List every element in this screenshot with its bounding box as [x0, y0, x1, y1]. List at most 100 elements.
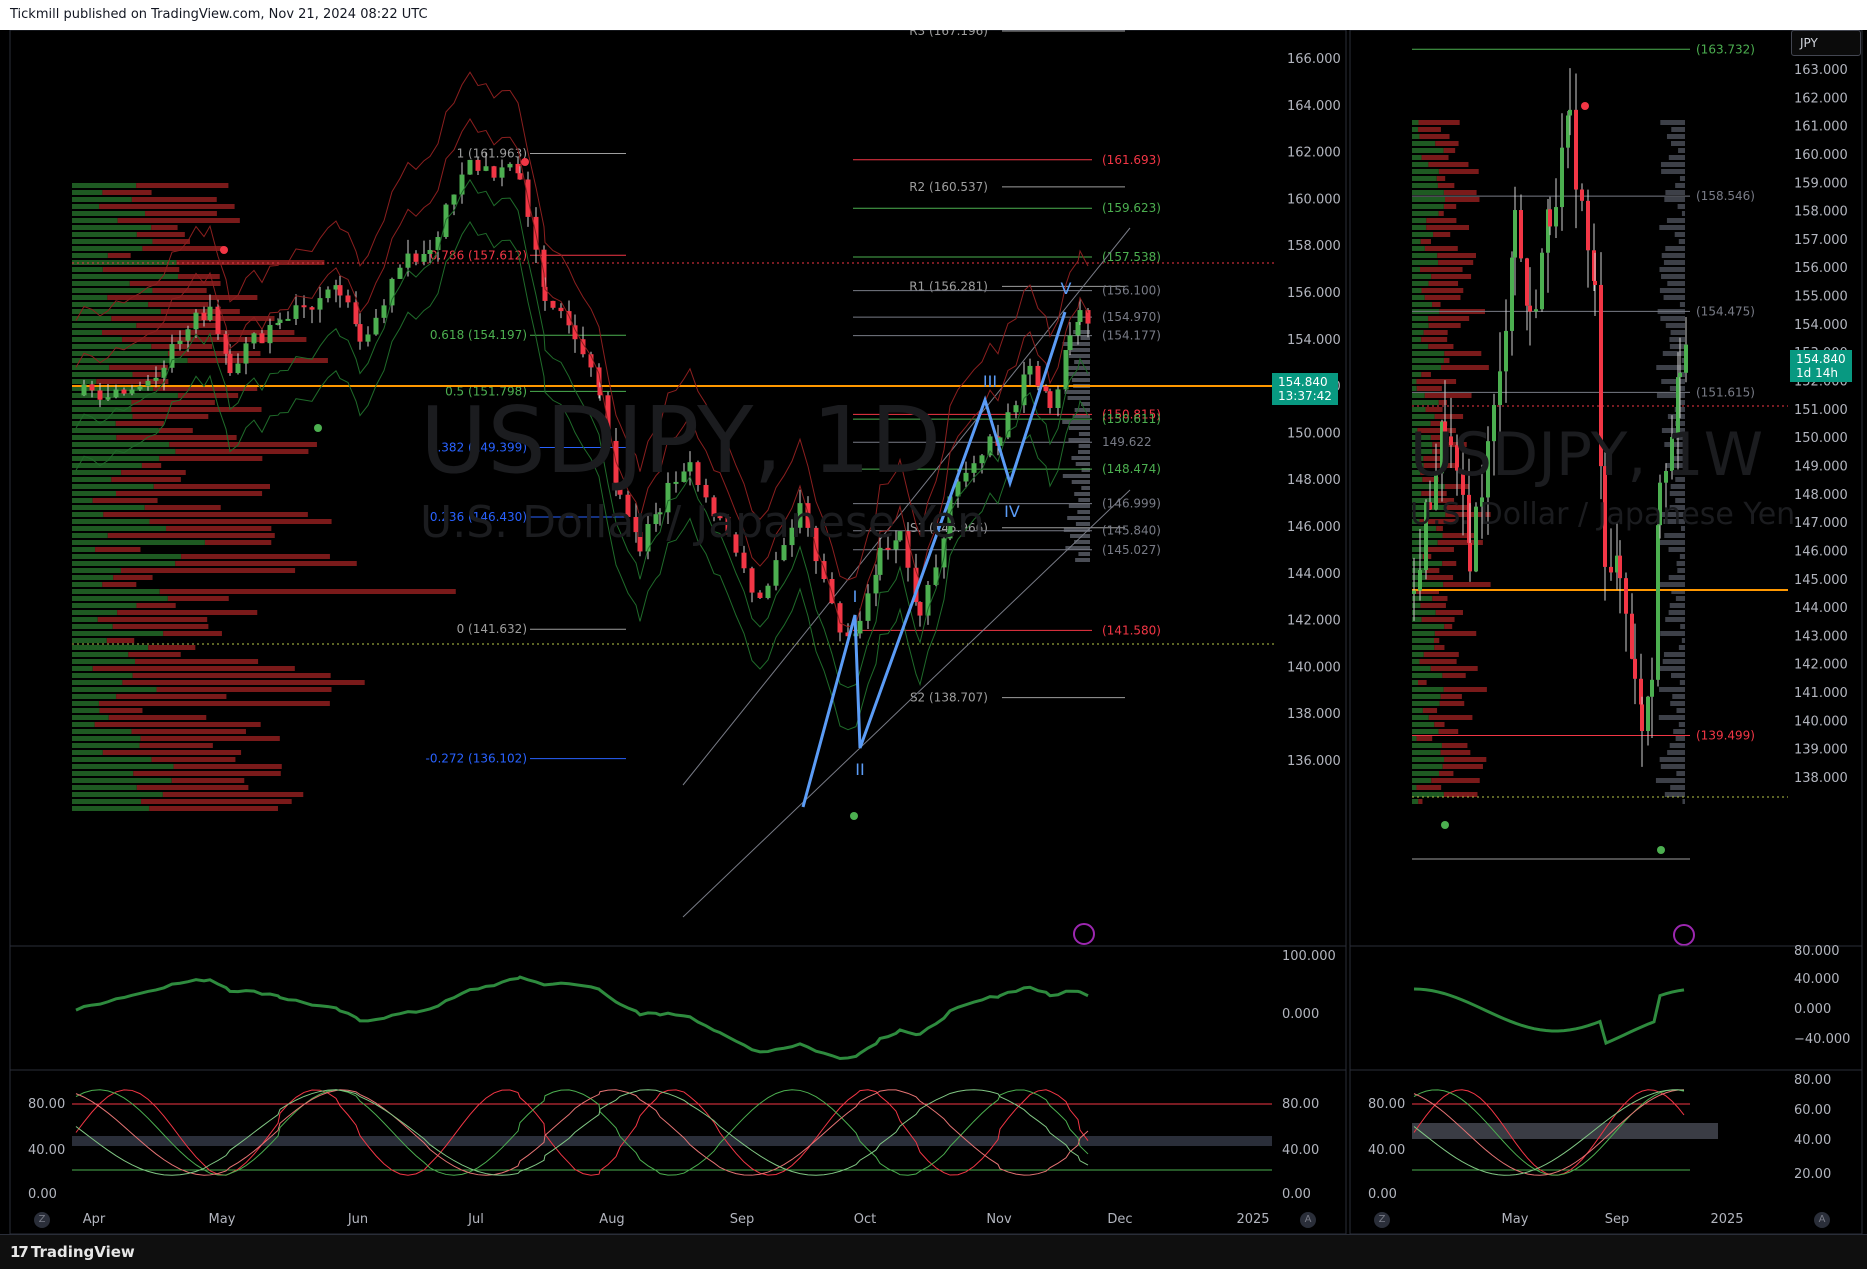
right-price-tick: 160.000 — [1794, 148, 1848, 163]
candle-body — [1540, 252, 1544, 310]
right-volume-bar — [1412, 386, 1417, 391]
right-volume-bar — [1671, 141, 1685, 146]
left-price-tick: 156.000 — [1287, 286, 1341, 301]
right-price-tag[interactable]: 154.840 1d 14h — [1790, 350, 1852, 382]
right-price-tick: 159.000 — [1794, 176, 1848, 191]
right-volume-bar — [1428, 316, 1470, 321]
right-volume-bar — [1418, 127, 1441, 132]
candle-body — [1063, 350, 1069, 390]
volume-profile-bar — [72, 246, 143, 251]
left-price-tag[interactable]: 154.840 13:37:42 — [1272, 373, 1338, 405]
right-volume-bar — [1412, 799, 1419, 804]
volume-profile-bar — [1075, 462, 1090, 466]
volume-profile-bar — [72, 204, 100, 209]
fib-label: 0 (141.632) — [457, 622, 527, 636]
candle-body — [259, 333, 265, 344]
left-time-tick: Nov — [986, 1212, 1012, 1227]
volume-profile-bar — [149, 806, 278, 811]
right-momentum-tick: 0.000 — [1794, 1002, 1831, 1017]
right-level-label: (151.615) — [1696, 385, 1755, 399]
volume-profile-bar — [159, 589, 456, 594]
volume-profile-bar — [72, 463, 142, 468]
right-volume-bar — [1412, 295, 1425, 300]
volume-profile-bar — [72, 596, 168, 601]
right-volume-bar — [1412, 379, 1417, 384]
candle-body — [1510, 257, 1514, 331]
candle-body — [81, 384, 87, 396]
tradingview-logo[interactable]: 17 TradingView — [10, 1243, 135, 1261]
right-volume-bar — [1443, 792, 1478, 797]
right-volume-bar — [1416, 785, 1442, 790]
right-volume-bar — [1422, 708, 1438, 713]
pivot-label: S2 (138.707) — [910, 691, 988, 705]
volume-profile-bar — [111, 477, 181, 482]
candle-body — [235, 363, 241, 374]
target-label: (145.027) — [1102, 543, 1161, 557]
volume-profile-bar — [72, 442, 170, 447]
right-volume-bar — [1440, 750, 1471, 755]
volume-profile-bar — [72, 799, 142, 804]
volume-profile-bar — [72, 582, 103, 587]
right-volume-bar — [1421, 288, 1464, 293]
right-volume-bar — [1412, 225, 1427, 230]
right-volume-bar — [1420, 239, 1431, 244]
volume-profile-bar — [72, 183, 137, 188]
candle-body — [1418, 569, 1422, 591]
right-volume-bar — [1673, 729, 1685, 734]
right-level-label: (154.475) — [1696, 304, 1755, 318]
candle-body — [1650, 679, 1654, 697]
right-volume-bar — [1677, 568, 1685, 573]
right-volume-bar — [1676, 771, 1685, 776]
candle-body — [427, 249, 433, 254]
volume-profile-bar — [72, 365, 110, 370]
candle-body — [389, 278, 395, 306]
right-price-tick: 163.000 — [1794, 63, 1848, 78]
right-zoom-button[interactable]: Z — [1374, 1212, 1390, 1228]
volume-profile-bar — [72, 344, 152, 349]
left-stoch-tick-right: 0.00 — [1282, 1187, 1311, 1202]
volume-profile-bar — [151, 225, 178, 230]
right-volume-bar — [1439, 701, 1465, 706]
candle-body — [121, 389, 127, 394]
right-volume-bar — [1670, 330, 1685, 335]
right-volume-bar — [1412, 239, 1421, 244]
left-zoom-button[interactable]: Z — [34, 1212, 50, 1228]
right-volume-bar — [1659, 687, 1685, 692]
volume-profile-bar — [72, 295, 108, 300]
candle-body — [1574, 109, 1578, 190]
right-auto-button[interactable]: A — [1814, 1212, 1830, 1228]
chart-workspace[interactable]: 1.272 (167.493) 1 (161.963) 0.786 (157.612… — [0, 17, 1867, 1235]
volume-profile-bar — [72, 673, 133, 678]
candle-body — [499, 167, 505, 178]
target-label: (159.623) — [1102, 201, 1161, 215]
right-volume-bar — [1663, 295, 1685, 300]
symbol-tag-button[interactable]: JPY — [1791, 30, 1861, 56]
right-volume-bar — [1660, 120, 1685, 125]
right-volume-bar — [1431, 778, 1480, 783]
left-price-tick: 158.000 — [1287, 239, 1341, 254]
right-volume-bar — [1664, 533, 1685, 538]
volume-profile-bar — [92, 666, 295, 671]
right-volume-bar — [1655, 778, 1685, 783]
right-volume-bar — [1665, 617, 1685, 622]
volume-profile-bar — [72, 554, 182, 559]
left-time-tick: May — [209, 1212, 236, 1227]
right-price-tick: 151.000 — [1794, 403, 1848, 418]
chart-canvas[interactable]: 1.272 (167.493) 1 (161.963) 0.786 (157.612… — [0, 17, 1867, 1235]
candle-body — [1519, 210, 1523, 259]
right-volume-bar — [1679, 176, 1685, 181]
volume-profile-bar — [72, 757, 152, 762]
left-price-tick: 162.000 — [1287, 146, 1341, 161]
left-auto-button[interactable]: A — [1300, 1212, 1316, 1228]
volume-profile-bar — [1067, 516, 1090, 520]
candle-body — [1021, 374, 1027, 406]
volume-profile-bar — [136, 183, 229, 188]
candle-body — [207, 306, 213, 321]
volume-profile-bar — [177, 393, 239, 398]
volume-profile-bar — [1078, 498, 1090, 502]
candle-body — [293, 305, 299, 319]
volume-profile-bar — [102, 582, 137, 587]
right-volume-bar — [1412, 323, 1429, 328]
volume-profile-bar — [72, 631, 164, 636]
right-volume-bar — [1677, 204, 1685, 209]
